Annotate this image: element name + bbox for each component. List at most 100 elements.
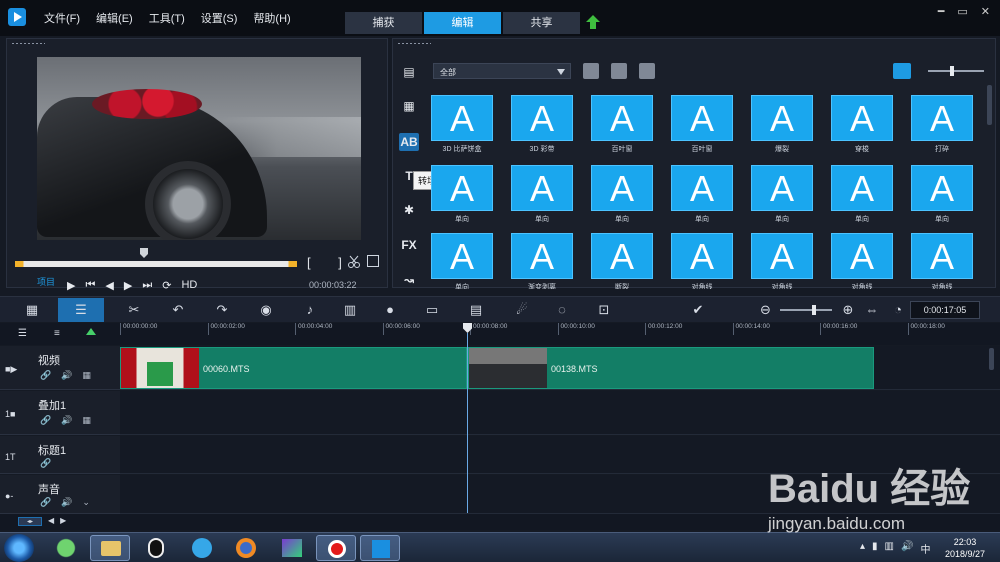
auto-music-icon[interactable]: ▥ <box>342 302 358 318</box>
volume-icon[interactable]: 🔊 <box>901 541 913 556</box>
mask-icon[interactable]: ◌ <box>554 302 570 318</box>
task-qq[interactable] <box>136 535 176 561</box>
task-explorer[interactable] <box>90 535 130 561</box>
smart-package-icon[interactable]: ✔ <box>690 302 706 318</box>
subtitle-icon[interactable]: ▭ <box>424 302 440 318</box>
next-frame-button[interactable]: ▶ <box>124 279 132 292</box>
category-select[interactable]: 全部 <box>433 63 571 79</box>
track-header-video[interactable]: ■▶ 视频 🔗🔊▦ <box>0 346 120 390</box>
track-header-title[interactable]: 1T 标题1 🔗 <box>0 436 120 474</box>
menu-edit[interactable]: 编辑(E) <box>96 10 133 26</box>
tools-icon[interactable]: ✂ <box>126 302 142 318</box>
clip[interactable]: 00138.MTS <box>468 347 874 389</box>
ime-icon[interactable]: 中 <box>920 541 930 556</box>
crop-icon[interactable]: ⊡ <box>596 302 612 318</box>
import-icon[interactable] <box>611 63 627 79</box>
transition-tile[interactable]: A <box>591 95 653 141</box>
track-options-icons[interactable]: 🔗🔊▦ <box>40 415 101 426</box>
chapter-icon[interactable]: ≡ <box>54 328 60 339</box>
clip[interactable]: 00060.MTS <box>120 347 467 389</box>
audio-mixer-icon[interactable]: ♪ <box>302 302 318 318</box>
track-manager-icon[interactable]: ☰ <box>18 328 27 339</box>
transition-tile[interactable]: A <box>751 233 813 279</box>
panel-grip-icon[interactable] <box>11 42 45 45</box>
transition-icon[interactable]: AB <box>399 133 419 151</box>
transition-tile[interactable]: A <box>831 233 893 279</box>
menu-file[interactable]: 文件(F) <box>44 10 80 26</box>
transition-tile[interactable]: A <box>431 165 493 211</box>
thumbnail-size-slider[interactable] <box>928 66 984 76</box>
media-icon[interactable]: ▤ <box>399 63 419 81</box>
prev-frame-button[interactable]: ◀ <box>105 279 113 292</box>
menu-tools[interactable]: 工具(T) <box>149 10 185 26</box>
view-mode-button[interactable] <box>893 63 911 79</box>
tab-share[interactable]: 共享 <box>503 12 580 34</box>
tray-app-icon[interactable]: ▮ <box>872 541 878 556</box>
track-options-icons[interactable]: 🔗🔊▦ <box>40 370 101 381</box>
transition-tile[interactable]: A <box>751 165 813 211</box>
task-media[interactable] <box>182 535 222 561</box>
preview-video[interactable] <box>37 57 361 240</box>
library-scrollbar[interactable] <box>987 85 992 125</box>
video-track-lane[interactable]: 00060.MTS 00138.MTS <box>120 346 1000 390</box>
menu-settings[interactable]: 设置(S) <box>201 10 238 26</box>
transition-tile[interactable]: A <box>511 165 573 211</box>
transition-tile[interactable]: A <box>431 95 493 141</box>
speed-icon[interactable]: ☄ <box>514 302 530 318</box>
task-app-n[interactable] <box>272 535 312 561</box>
timeline-timecode[interactable]: 0:00:17:05 <box>910 301 980 319</box>
zoom-slider[interactable] <box>780 305 832 315</box>
home-button[interactable]: ⏮ <box>85 279 95 292</box>
zoom-in-icon[interactable]: ⊕ <box>840 302 856 318</box>
project-tab[interactable]: 项目 <box>37 275 55 288</box>
path-icon[interactable]: ↝ <box>399 271 419 289</box>
instant-project-icon[interactable]: ▦ <box>399 97 419 115</box>
fx-icon[interactable]: FX <box>399 236 419 254</box>
transition-tile[interactable]: A <box>671 233 733 279</box>
storyboard-view-icon[interactable]: ▦ <box>24 302 40 318</box>
transition-tile[interactable]: A <box>431 233 493 279</box>
upload-arrow-icon[interactable] <box>585 14 601 30</box>
network-icon[interactable]: ▥ <box>885 541 894 556</box>
transition-tile[interactable]: A <box>831 95 893 141</box>
fit-project-icon[interactable]: ⇔ <box>864 302 880 318</box>
track-options-icons[interactable]: 🔗🔊⌄ <box>40 497 100 508</box>
play-button[interactable]: ▶ <box>67 279 75 292</box>
end-button[interactable]: ⏭ <box>142 279 152 292</box>
zoom-out-icon[interactable]: ⊖ <box>760 302 771 318</box>
transition-tile[interactable]: A <box>911 165 973 211</box>
tab-capture[interactable]: 捕获 <box>345 12 422 34</box>
task-firefox[interactable] <box>226 535 266 561</box>
tray-arrow-icon[interactable]: ▴ <box>860 541 865 556</box>
transition-tile[interactable]: A <box>911 95 973 141</box>
task-app-360[interactable] <box>46 535 86 561</box>
scrubber-track[interactable] <box>15 261 297 267</box>
transition-tile[interactable]: A <box>591 165 653 211</box>
track-header-overlay[interactable]: 1■ 叠加1 🔗🔊▦ <box>0 391 120 435</box>
film-icon[interactable] <box>639 63 655 79</box>
close-button[interactable]: ✕ <box>981 5 990 18</box>
copy-icon[interactable] <box>367 255 379 267</box>
transition-tile[interactable]: A <box>511 233 573 279</box>
tab-edit[interactable]: 编辑 <box>424 12 501 34</box>
motion-tracking-icon[interactable]: ● <box>382 302 398 318</box>
graphic-icon[interactable]: ✱ <box>399 201 419 219</box>
track-header-voice[interactable]: ●‑ 声音 🔗🔊⌄ <box>0 475 120 514</box>
transition-tile[interactable]: A <box>831 165 893 211</box>
track-options-icons[interactable]: 🔗 <box>40 458 61 469</box>
transition-tile[interactable]: A <box>751 95 813 141</box>
timeline-scroll-arrows[interactable]: ◀▶ <box>48 516 72 525</box>
zoom-fit-button[interactable]: ◂▸ <box>18 517 42 526</box>
task-video-editor[interactable] <box>360 535 400 561</box>
maximize-button[interactable]: ▭ <box>957 5 967 18</box>
transition-tile[interactable]: A <box>671 95 733 141</box>
preview-timecode[interactable]: 00:00:03:22 <box>309 280 357 290</box>
add-track-icon[interactable] <box>86 328 96 335</box>
timeline-ruler[interactable]: 00:00:00:00 00:00:02:00 00:00:04:00 00:00:0… <box>120 323 1000 345</box>
undo-icon[interactable]: ↶ <box>170 302 186 318</box>
record-capture-icon[interactable]: ◉ <box>258 302 274 318</box>
menu-help[interactable]: 帮助(H) <box>253 10 290 26</box>
add-folder-icon[interactable] <box>583 63 599 79</box>
scrubber-handle[interactable] <box>140 248 148 258</box>
transition-tile[interactable]: A <box>511 95 573 141</box>
